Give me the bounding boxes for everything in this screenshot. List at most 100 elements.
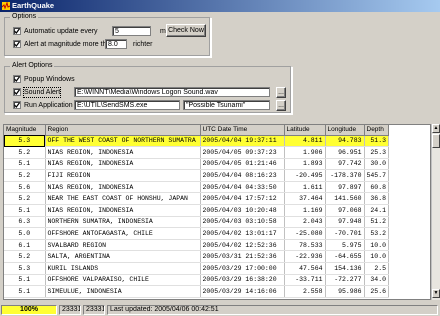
update-interval-input[interactable] <box>112 26 151 36</box>
check-now-label: Check Now <box>168 26 204 34</box>
region-cell: NIAS REGION, INDONESIA <box>45 158 201 171</box>
column-header-magnitude[interactable]: Magnitude <box>4 125 46 136</box>
depth-cell: 24.1 <box>364 204 390 217</box>
table-row[interactable]: 5.2 NIAS REGION, INDONESIA 2005/04/05 09:3… <box>4 146 390 159</box>
earthquake-app-icon <box>2 2 10 10</box>
scroll-up-arrow-icon[interactable]: ▲ <box>432 124 440 133</box>
options-group: Options <box>4 13 211 57</box>
earthquake-list[interactable]: Magnitude Region UTC Date Time Latitude … <box>3 124 431 300</box>
latitude-cell: 2.043 <box>284 216 326 229</box>
table-row[interactable]: 5.6 NIAS REGION, INDONESIA 2005/04/04 04:3… <box>4 181 390 194</box>
region-cell: OFFSHORE VALPARAISO, CHILE <box>45 274 201 287</box>
application-path-input[interactable] <box>74 100 180 110</box>
application-args-input[interactable] <box>183 100 270 110</box>
longitude-cell: -72.277 <box>325 274 365 287</box>
table-row[interactable]: 5.1 NIAS REGION, INDONESIA 2005/04/03 10:2… <box>4 204 390 217</box>
sound-file-input[interactable] <box>74 87 270 97</box>
table-row[interactable]: 5.0 OFFSHORE ANTOFAGASTA, CHILE 2005/04/02… <box>4 227 390 240</box>
datetime-cell: 2005/04/02 13:01:17 <box>200 227 285 240</box>
column-header-latitude[interactable]: Latitude <box>284 125 326 136</box>
auto-update-checkbox[interactable] <box>13 27 21 35</box>
alert-magnitude-input[interactable] <box>105 39 127 49</box>
last-updated-text: Last updated: 2005/04/06 00:42:51 <box>107 305 438 315</box>
region-cell: NIAS REGION, INDONESIA <box>45 146 201 159</box>
region-cell: NIAS REGION, INDONESIA <box>45 181 201 194</box>
longitude-cell: 97.742 <box>325 158 365 171</box>
table-row[interactable]: 6.3 NORTHERN SUMATRA, INDONESIA 2005/04/03… <box>4 216 390 229</box>
depth-cell: 25.3 <box>364 146 390 159</box>
depth-cell: 30.0 <box>364 158 390 171</box>
checkmark-icon <box>14 28 20 34</box>
latitude-cell: -22.936 <box>284 250 326 264</box>
check-now-button[interactable]: Check Now <box>166 24 206 37</box>
magnitude-cell: 5.1 <box>4 158 46 171</box>
table-row[interactable]: 5.1 SIMEULUE, INDONESIA 2005/03/29 14:16:0… <box>4 285 390 298</box>
latitude-cell: -33.711 <box>284 274 326 287</box>
run-application-checkbox[interactable] <box>13 101 21 109</box>
depth-cell: 2.5 <box>364 262 390 275</box>
magnitude-cell: 5.2 <box>4 169 46 182</box>
column-header-region[interactable]: Region <box>45 125 201 136</box>
sound-alert-checkbox[interactable] <box>13 88 21 96</box>
latitude-cell: 78.533 <box>284 239 326 252</box>
table-row[interactable]: 5.2 NEAR THE EAST COAST OF HONSHU, JAPAN 2… <box>4 192 390 206</box>
scroll-thumb[interactable] <box>432 134 440 148</box>
popup-windows-checkbox[interactable] <box>13 75 21 83</box>
datetime-cell: 2005/04/04 17:57:12 <box>200 192 285 206</box>
window-title: EarthQuake <box>12 1 55 10</box>
table-row[interactable]: 5.2 SALTA, ARGENTINA 2005/03/31 21:52:36 -2… <box>4 250 390 264</box>
table-row[interactable]: 5.2 FIJI REGION 2005/04/04 08:16:23 -20.495… <box>4 169 390 182</box>
datetime-cell: 2005/04/03 03:10:58 <box>200 216 285 229</box>
vertical-scrollbar[interactable]: ▲ ▼ <box>431 124 440 300</box>
alert-magnitude-checkbox[interactable] <box>13 40 21 48</box>
magnitude-cell: 5.1 <box>4 204 46 217</box>
latitude-cell: 2.558 <box>284 285 326 298</box>
scroll-down-arrow-icon[interactable]: ▼ <box>432 289 440 298</box>
depth-cell: 10.0 <box>364 239 390 252</box>
alert-magnitude-label: Alert at magnitude more than <box>24 41 115 48</box>
table-row[interactable]: 5.1 NIAS REGION, INDONESIA 2005/04/05 01:2… <box>4 158 390 171</box>
longitude-cell: -70.701 <box>325 227 365 240</box>
longitude-cell: 95.986 <box>325 285 365 298</box>
region-cell: SVALBARD REGION <box>45 239 201 252</box>
column-header-depth[interactable]: Depth <box>364 125 390 136</box>
options-legend: Options <box>10 13 39 20</box>
datetime-cell: 2005/04/03 10:20:48 <box>200 204 285 217</box>
table-row[interactable]: 5.3 OFF THE WEST COAST OF NORTHERN SUMATR… <box>4 135 390 148</box>
datetime-cell: 2005/03/29 14:16:06 <box>200 285 285 298</box>
depth-cell: 545.7 <box>364 169 390 182</box>
region-cell: NEAR THE EAST COAST OF HONSHU, JAPAN <box>45 192 201 206</box>
region-cell: OFFSHORE ANTOFAGASTA, CHILE <box>45 227 201 240</box>
table-row[interactable]: 6.1 SVALBARD REGION 2005/04/02 12:52:36 78.… <box>4 239 390 252</box>
region-cell: NORTHERN SUMATRA, INDONESIA <box>45 216 201 229</box>
column-header-longitude[interactable]: Longitude <box>325 125 365 136</box>
magnitude-cell: 6.3 <box>4 216 46 229</box>
column-header-datetime[interactable]: UTC Date Time <box>200 125 285 136</box>
app-browse-button[interactable]: ... <box>276 100 286 111</box>
checkmark-icon <box>14 102 20 108</box>
datetime-cell: 2005/04/04 19:37:11 <box>200 135 285 148</box>
browse-label: ... <box>278 88 284 96</box>
magnitude-cell: 5.3 <box>4 262 46 275</box>
title-bar[interactable]: EarthQuake <box>0 0 440 12</box>
table-row[interactable]: 5.3 KURIL ISLANDS 2005/03/29 17:00:00 47.56… <box>4 262 390 275</box>
progress-indicator: 100% <box>1 305 57 315</box>
sound-browse-button[interactable]: ... <box>276 87 286 98</box>
alert-options-legend: Alert Options <box>10 62 55 69</box>
status-bar: 100% 23331 23331 Last updated: 2005/04/0… <box>0 304 440 316</box>
region-cell: FIJI REGION <box>45 169 201 182</box>
region-cell: KURIL ISLANDS <box>45 262 201 275</box>
status-count-primary: 23331 <box>59 305 81 315</box>
magnitude-cell: 5.2 <box>4 192 46 206</box>
browse-label: ... <box>278 101 284 109</box>
popup-windows-label: Popup Windows <box>24 76 75 83</box>
depth-cell: 51.3 <box>364 135 390 148</box>
longitude-cell: 96.951 <box>325 146 365 159</box>
longitude-cell: 97.948 <box>325 216 365 229</box>
datetime-cell: 2005/03/29 17:00:00 <box>200 262 285 275</box>
longitude-cell: 154.136 <box>325 262 365 275</box>
magnitude-cell: 5.1 <box>4 274 46 287</box>
table-row[interactable]: 5.1 OFFSHORE VALPARAISO, CHILE 2005/03/29 … <box>4 274 390 287</box>
datetime-cell: 2005/03/31 21:52:36 <box>200 250 285 264</box>
latitude-cell: -25.080 <box>284 227 326 240</box>
